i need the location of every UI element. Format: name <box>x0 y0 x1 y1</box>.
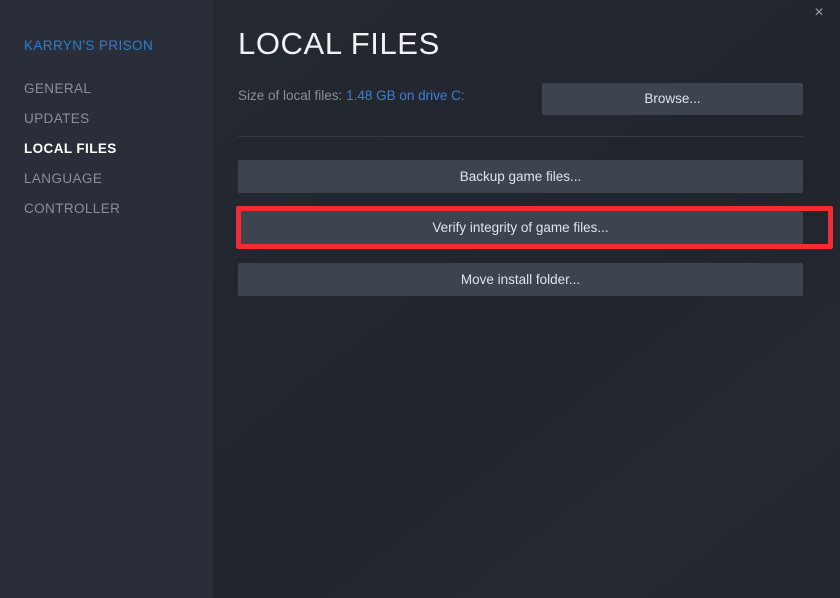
size-label: Size of local files: <box>238 88 343 103</box>
browse-button[interactable]: Browse... <box>542 83 803 115</box>
app-title: KARRYN'S PRISON <box>24 38 154 53</box>
sidebar: KARRYN'S PRISON GENERAL UPDATES LOCAL FI… <box>0 0 213 598</box>
sidebar-item-language[interactable]: LANGUAGE <box>0 164 213 194</box>
page-title: LOCAL FILES <box>238 26 440 61</box>
game-properties-dialog: KARRYN'S PRISON GENERAL UPDATES LOCAL FI… <box>0 0 840 598</box>
sidebar-item-general[interactable]: GENERAL <box>0 74 213 104</box>
sidebar-item-updates[interactable]: UPDATES <box>0 104 213 134</box>
local-files-size-row: Size of local files: 1.48 GB on drive C: <box>238 88 465 103</box>
verify-integrity-button[interactable]: Verify integrity of game files... <box>238 211 803 244</box>
move-install-folder-button[interactable]: Move install folder... <box>238 263 803 296</box>
close-icon[interactable]: × <box>804 0 834 26</box>
sidebar-item-local-files[interactable]: LOCAL FILES <box>0 134 213 164</box>
backup-game-files-button[interactable]: Backup game files... <box>238 160 803 193</box>
sidebar-nav: GENERAL UPDATES LOCAL FILES LANGUAGE CON… <box>0 74 213 224</box>
main-panel: × LOCAL FILES Size of local files: 1.48 … <box>213 0 840 598</box>
sidebar-item-controller[interactable]: CONTROLLER <box>0 194 213 224</box>
size-value: 1.48 GB on drive C: <box>346 88 465 103</box>
section-divider <box>238 136 803 137</box>
